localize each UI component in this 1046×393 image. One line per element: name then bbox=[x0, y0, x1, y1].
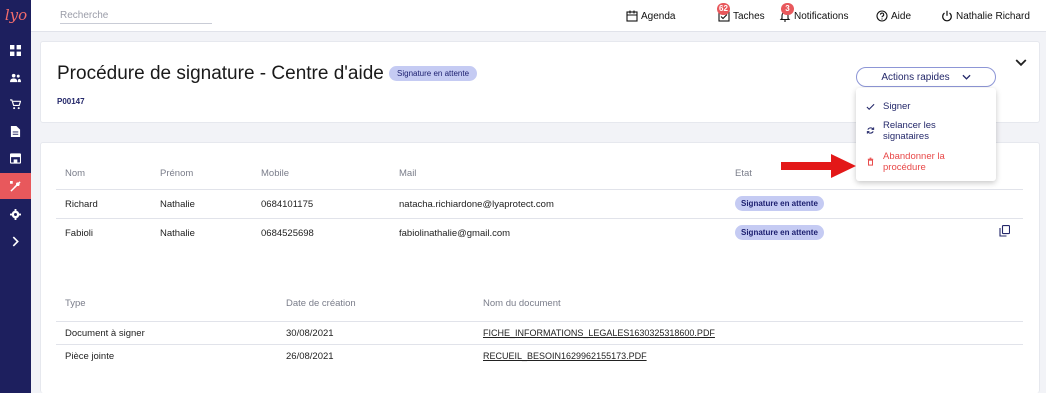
procedure-reference: P00147 bbox=[57, 97, 85, 106]
notifications-count-badge: 3 bbox=[781, 3, 794, 15]
agenda-link[interactable]: Agenda bbox=[626, 0, 675, 32]
column-header-mail: Mail bbox=[399, 168, 417, 179]
help-label: Aide bbox=[891, 10, 912, 22]
signer-nom: Fabioli bbox=[65, 228, 93, 239]
sidebar-item-tools[interactable] bbox=[0, 173, 31, 199]
cart-icon bbox=[10, 98, 21, 109]
chevron-down-icon bbox=[962, 74, 971, 80]
refresh-icon bbox=[866, 127, 875, 134]
tasks-count-badge: 62 bbox=[717, 3, 730, 15]
document-type: Pièce jointe bbox=[65, 351, 115, 362]
top-bar: Agenda Taches 62 Notifications 3 Aide Na… bbox=[31, 0, 1046, 32]
column-header-document-name: Nom du document bbox=[483, 298, 561, 309]
menu-item-remind-line1: Relancer les bbox=[883, 120, 936, 131]
table-row: Fabioli Nathalie 0684525698 fabiolinatha… bbox=[56, 219, 1023, 248]
agenda-label: Agenda bbox=[641, 10, 676, 22]
signer-prenom: Nathalie bbox=[160, 228, 195, 239]
notifications-link[interactable]: Notifications 3 bbox=[779, 0, 848, 32]
signer-mail: natacha.richiardone@lyaprotect.com bbox=[399, 199, 554, 210]
signer-mobile: 0684525698 bbox=[261, 228, 314, 239]
sidebar-item-store[interactable] bbox=[0, 145, 31, 171]
check-icon bbox=[866, 103, 875, 110]
quick-actions-label: Actions rapides bbox=[881, 71, 950, 83]
column-header-type: Type bbox=[65, 298, 86, 309]
documents-table-header: Type Date de création Nom du document bbox=[56, 290, 1023, 322]
chevron-right-icon bbox=[12, 236, 19, 246]
menu-item-remind-label: Relancer les signataires bbox=[883, 120, 936, 142]
signer-mail: fabiolinathalie@gmail.com bbox=[399, 228, 511, 239]
dashboard-icon bbox=[10, 44, 21, 56]
page-title: Procédure de signature - Centre d'aide bbox=[57, 63, 384, 84]
menu-item-abandon-procedure[interactable]: Abandonner la procédure bbox=[866, 151, 991, 173]
sidebar: lyo bbox=[0, 0, 31, 393]
sidebar-item-settings[interactable] bbox=[0, 201, 31, 227]
menu-item-abandon-label: Abandonner la procédure bbox=[883, 151, 945, 173]
tasks-label: Taches bbox=[733, 10, 765, 22]
sidebar-item-documents[interactable] bbox=[0, 118, 31, 144]
users-icon bbox=[10, 73, 21, 82]
column-header-nom: Nom bbox=[65, 168, 86, 179]
trash-icon bbox=[867, 157, 874, 166]
table-row: Pièce jointe 26/08/2021 RECUEIL_BESOIN16… bbox=[56, 345, 1023, 368]
signer-mobile: 0684101175 bbox=[261, 199, 314, 210]
quick-actions-button[interactable]: Actions rapides bbox=[856, 67, 996, 87]
notifications-label: Notifications bbox=[794, 10, 849, 22]
quick-actions-menu: Signer Relancer les signataires Abandonn… bbox=[856, 88, 996, 181]
settings-icon bbox=[10, 208, 21, 220]
chevron-down-icon[interactable] bbox=[1015, 58, 1027, 68]
user-name: Nathalie Richard bbox=[956, 10, 1030, 22]
copy-icon[interactable] bbox=[999, 225, 1010, 237]
menu-item-remind-signers[interactable]: Relancer les signataires bbox=[866, 120, 991, 142]
signer-status-badge: Signature en attente bbox=[735, 196, 824, 211]
user-menu[interactable]: Nathalie Richard bbox=[941, 0, 1030, 32]
status-badge: Signature en attente bbox=[389, 66, 478, 81]
menu-item-remind-line2: signataires bbox=[883, 131, 929, 142]
red-arrow-annotation bbox=[781, 154, 856, 178]
search-input[interactable] bbox=[60, 7, 212, 24]
app-logo: lyo bbox=[4, 6, 28, 24]
sidebar-item-expand[interactable] bbox=[0, 228, 31, 254]
column-header-etat: Etat bbox=[735, 168, 752, 179]
store-icon bbox=[10, 152, 21, 164]
document-link[interactable]: RECUEIL_BESOIN1629962155173.PDF bbox=[483, 351, 647, 361]
tasks-link[interactable]: Taches 62 bbox=[717, 0, 765, 32]
menu-item-sign[interactable]: Signer bbox=[866, 101, 991, 112]
column-header-prenom: Prénom bbox=[160, 168, 194, 179]
menu-item-sign-label: Signer bbox=[883, 101, 911, 112]
document-type: Document à signer bbox=[65, 328, 145, 339]
help-link[interactable]: Aide bbox=[876, 0, 911, 32]
signer-prenom: Nathalie bbox=[160, 199, 195, 210]
calendar-icon bbox=[626, 10, 638, 22]
document-date: 26/08/2021 bbox=[286, 351, 334, 362]
column-header-mobile: Mobile bbox=[261, 168, 289, 179]
column-header-date: Date de création bbox=[286, 298, 356, 309]
document-link[interactable]: FICHE_INFORMATIONS_LEGALES1630325318600.… bbox=[483, 328, 715, 338]
signer-nom: Richard bbox=[65, 199, 98, 210]
sidebar-item-cart[interactable] bbox=[0, 91, 31, 117]
document-date: 30/08/2021 bbox=[286, 328, 334, 339]
table-row: Richard Nathalie 0684101175 natacha.rich… bbox=[56, 190, 1023, 219]
table-row: Document à signer 30/08/2021 FICHE_INFOR… bbox=[56, 322, 1023, 345]
signer-status-badge: Signature en attente bbox=[735, 225, 824, 240]
document-icon bbox=[10, 125, 21, 137]
menu-item-abandon-line2: procédure bbox=[883, 162, 926, 173]
menu-item-abandon-line1: Abandonner la bbox=[883, 151, 945, 162]
sidebar-item-users[interactable] bbox=[0, 64, 31, 90]
tools-icon bbox=[10, 180, 21, 192]
sidebar-item-dashboard[interactable] bbox=[0, 37, 31, 63]
help-icon bbox=[876, 10, 888, 22]
power-icon bbox=[942, 10, 952, 22]
